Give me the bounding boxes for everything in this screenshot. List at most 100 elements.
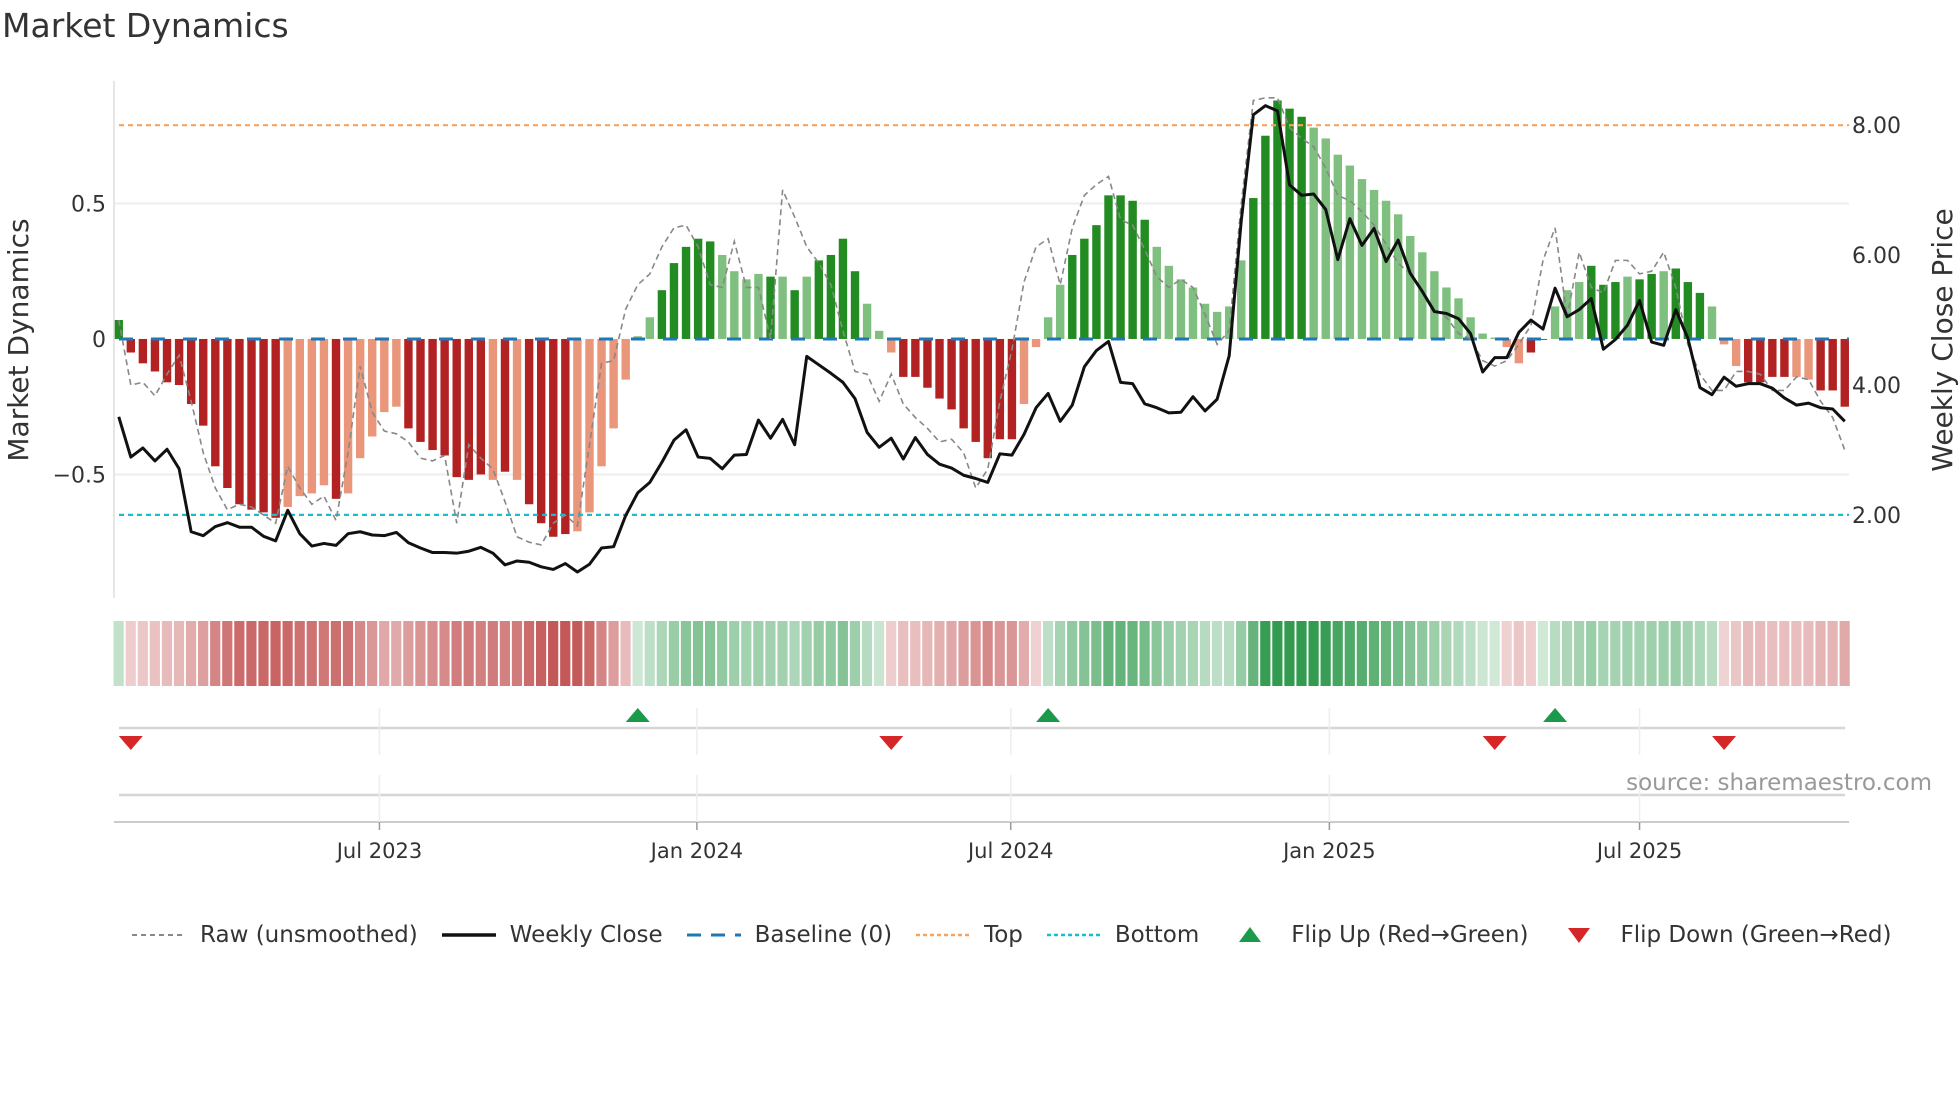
strip-cell [668, 621, 679, 686]
flip-down-marker [879, 736, 904, 750]
y2-axis-label: Weekly Close Price [1926, 208, 1959, 471]
momentum-bar [923, 338, 932, 388]
momentum-bar [802, 276, 811, 339]
strip-cell [1211, 621, 1223, 686]
momentum-bar [862, 303, 872, 339]
strip-cell [270, 621, 281, 686]
strip-cell [391, 621, 402, 686]
strip-cell [970, 621, 981, 686]
momentum-bar [1261, 135, 1270, 339]
legend-label: Bottom [1114, 922, 1200, 948]
strip-cell [1320, 621, 1331, 686]
strip-cell [1175, 621, 1186, 686]
legend-label: Flip Down (Green→Red) [1620, 922, 1892, 948]
strip-cell [1163, 621, 1174, 686]
momentum-bar [1768, 338, 1777, 377]
strip-cell [1417, 621, 1428, 686]
strip-cell [427, 621, 438, 686]
strip-cell [137, 621, 148, 686]
momentum-bar [1200, 303, 1210, 339]
strip-cell [282, 621, 293, 686]
legend-item-top[interactable]: Top [914, 922, 1023, 948]
momentum-bar [199, 338, 208, 426]
y-tick-label: 0.5 [71, 192, 106, 217]
strip-cell [1610, 621, 1621, 686]
momentum-bar [1128, 200, 1137, 339]
strip-cell [415, 621, 426, 686]
strip-cell [1055, 621, 1066, 686]
strip-cell [1718, 621, 1730, 686]
y2-tick-label: 2.00 [1852, 504, 1901, 529]
momentum-bar [295, 338, 304, 497]
legend-item-raw[interactable]: Raw (unsmoothed) [130, 922, 418, 948]
legend-item-bottom[interactable]: Bottom [1045, 922, 1199, 948]
strip-cell [1767, 621, 1778, 686]
strip-cell [861, 621, 873, 686]
strip-cell [656, 621, 667, 686]
flip-markers: Jul 2023 Jan 2024 Jul 2024 Jan 2025 Jul 2025 [114, 708, 1849, 863]
strip-cell [1586, 621, 1597, 686]
x-tick-label: Jul 2024 [966, 839, 1053, 863]
strip-cell [620, 621, 631, 686]
momentum-bar [609, 338, 618, 429]
strip-cell [1236, 621, 1247, 686]
strip-cell [1815, 621, 1826, 686]
momentum-bar [850, 271, 860, 339]
momentum-bar [380, 338, 389, 413]
strip-cell [354, 621, 366, 686]
strip-cell [511, 621, 523, 686]
strip-cell [403, 621, 414, 686]
flip-down-marker [1482, 736, 1507, 750]
strip-cell [548, 621, 559, 686]
momentum-bar [1381, 200, 1391, 339]
strip-cell [982, 621, 993, 686]
y-tick-label: 0 [92, 328, 106, 353]
strip-cell [487, 621, 498, 686]
momentum-bar [368, 338, 377, 437]
legend-item-baseline[interactable]: Baseline (0) [685, 922, 892, 948]
legend-item-close[interactable]: Weekly Close [440, 922, 663, 948]
momentum-bar [319, 338, 329, 486]
momentum-bar [1007, 338, 1017, 440]
legend-label: Raw (unsmoothed) [200, 922, 418, 948]
strip-cell [1791, 621, 1802, 686]
strip-cell [234, 621, 245, 686]
momentum-bar [742, 279, 751, 339]
momentum-bar [428, 338, 437, 451]
strip-cell [1187, 621, 1198, 686]
legend-item-flip-down[interactable]: Flip Down (Green→Red) [1550, 922, 1891, 948]
momentum-bar [1393, 214, 1403, 339]
momentum-bar [669, 263, 679, 339]
strip-cell [1622, 621, 1633, 686]
strip-cell [1670, 621, 1681, 686]
strip-cell [258, 621, 269, 686]
momentum-bar [271, 338, 280, 518]
strip-cell [680, 621, 692, 686]
momentum-bar [524, 338, 534, 505]
strip-cell [922, 621, 933, 686]
strip-cell [523, 621, 535, 686]
strip-cell [801, 621, 812, 686]
strip-cell [873, 621, 885, 686]
momentum-bar [247, 338, 256, 510]
flip-up-marker [1036, 708, 1061, 722]
strip-cell [222, 621, 233, 686]
strip-cell [1199, 621, 1211, 686]
strip-cell [451, 621, 462, 686]
momentum-bar [500, 338, 510, 472]
strip-cell [1646, 621, 1657, 686]
flip-up-marker [1543, 708, 1568, 722]
momentum-bar [983, 338, 992, 459]
strip-cell [789, 621, 800, 686]
strip-cell [934, 621, 945, 686]
legend-item-flip-up[interactable]: Flip Up (Red→Green) [1221, 922, 1528, 948]
momentum-bar [150, 338, 160, 372]
momentum-bar [1056, 284, 1065, 339]
flip-down-marker [118, 736, 143, 750]
momentum-bar [355, 338, 365, 459]
strip-cell [584, 621, 595, 686]
strip-cell [560, 621, 571, 686]
source-credit: source: sharemaestro.com [1626, 770, 1932, 796]
strip-cell [1634, 621, 1645, 686]
top-line-swatch [914, 925, 972, 945]
